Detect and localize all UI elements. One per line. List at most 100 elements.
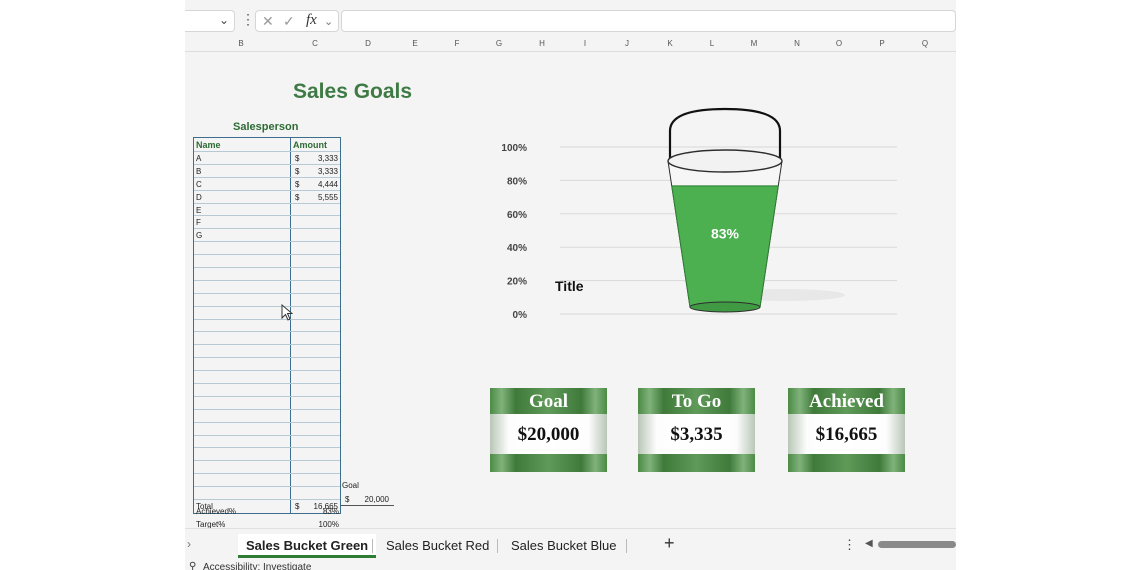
name-cell: B	[196, 166, 202, 176]
table-row[interactable]: D $5,555	[194, 190, 340, 204]
achieved-card: Achieved $16,665	[788, 388, 905, 472]
to-go-card: To Go $3,335	[638, 388, 755, 472]
tab-sales-bucket-green[interactable]: Sales Bucket Green	[238, 534, 377, 558]
table-row[interactable]	[194, 422, 340, 436]
formula-bar: ⌄ ⋮ ✕ ✓ fx ⌄	[185, 8, 956, 34]
achieved-card-value: $16,665	[815, 424, 878, 445]
scroll-left-icon[interactable]: ◀	[865, 538, 873, 549]
table-row[interactable]: G	[194, 229, 340, 243]
to-go-card-label: To Go	[671, 391, 722, 412]
table-row[interactable]	[194, 358, 340, 372]
currency-symbol: $	[295, 166, 300, 176]
table-row[interactable]	[194, 396, 340, 410]
more-options-icon[interactable]: ⋮	[241, 11, 255, 28]
accessibility-icon[interactable]: ⚲	[189, 561, 196, 570]
table-row[interactable]: C $4,444	[194, 177, 340, 191]
achieved-card-label: Achieved	[809, 391, 884, 412]
enter-icon[interactable]: ✓	[283, 13, 295, 30]
column-header[interactable]: M	[751, 39, 758, 48]
name-box[interactable]: ⌄	[185, 10, 235, 32]
name-cell: A	[196, 154, 202, 163]
column-header[interactable]: O	[836, 39, 842, 48]
formula-input[interactable]	[341, 10, 956, 32]
goal-card-value: $20,000	[517, 424, 580, 445]
insert-function-icon[interactable]: fx	[306, 12, 317, 29]
goal-cell[interactable]: $ 20,000	[341, 493, 394, 506]
table-row[interactable]	[194, 293, 340, 307]
column-header[interactable]: I	[584, 39, 586, 48]
table-row[interactable]: A $3,333	[194, 152, 340, 165]
name-cell: E	[196, 205, 202, 215]
sales-table: Name Amount A $3,333 B $3,333 C $4,444 D $5,555…	[193, 137, 341, 515]
table-row[interactable]	[194, 474, 340, 488]
column-header[interactable]: Q	[922, 39, 928, 48]
spreadsheet-app: ⌄ ⋮ ✕ ✓ fx ⌄ BCDEFGHIJKLMNOPQ Sales Goal…	[185, 0, 956, 570]
table-row[interactable]	[194, 461, 340, 475]
column-header[interactable]: H	[539, 39, 545, 48]
table-row[interactable]	[194, 280, 340, 294]
table-row[interactable]	[194, 371, 340, 385]
table-row[interactable]: B $3,333	[194, 164, 340, 178]
accessibility-status[interactable]: Accessibility: Investigate	[203, 562, 311, 570]
column-header[interactable]: J	[625, 39, 629, 48]
table-row[interactable]	[194, 255, 340, 269]
table-row[interactable]	[194, 384, 340, 397]
salesperson-label: Salesperson	[233, 121, 299, 133]
table-header-row: Name Amount	[194, 138, 340, 152]
bucket-chart[interactable]: 0% 20% 40% 60% 80% 100% 83% Title	[500, 92, 910, 327]
more-options-icon[interactable]: ⋮	[843, 537, 856, 553]
amount-cell: 4,444	[317, 179, 338, 189]
tab-sales-bucket-red[interactable]: Sales Bucket Red	[386, 534, 489, 558]
chevron-down-icon[interactable]: ⌄	[219, 13, 229, 27]
goal-amount: 20,000	[364, 495, 389, 504]
table-row[interactable]	[194, 448, 340, 462]
column-header[interactable]: K	[667, 39, 672, 48]
goal-card-label: Goal	[528, 391, 569, 412]
chart-title[interactable]: Title	[555, 278, 584, 294]
table-row[interactable]	[194, 487, 340, 501]
table-row[interactable]: E	[194, 203, 340, 217]
table-row[interactable]	[194, 409, 340, 423]
column-header[interactable]: P	[879, 39, 884, 48]
chevron-down-icon[interactable]: ⌄	[324, 15, 333, 28]
tab-sales-bucket-blue[interactable]: Sales Bucket Blue	[511, 534, 617, 558]
table-row[interactable]	[194, 306, 340, 320]
y-tick-label: 20%	[507, 277, 527, 288]
column-header[interactable]: N	[794, 39, 800, 48]
column-header[interactable]: E	[412, 39, 417, 48]
column-header[interactable]: F	[455, 39, 460, 48]
horizontal-scrollbar[interactable]	[878, 541, 956, 548]
bucket-bottom	[689, 301, 761, 313]
formula-buttons: ✕ ✓ fx ⌄	[255, 10, 339, 32]
amount-cell: 3,333	[317, 166, 338, 176]
name-header: Name	[196, 140, 221, 150]
table-row[interactable]	[194, 268, 340, 281]
table-row[interactable]	[194, 332, 340, 346]
table-row[interactable]	[194, 345, 340, 359]
table-row[interactable]	[194, 435, 340, 449]
y-tick-label: 0%	[513, 310, 528, 321]
amount-cell: 3,333	[317, 154, 338, 163]
goal-label: Goal	[342, 481, 359, 490]
column-header[interactable]: G	[496, 39, 502, 48]
achieved-pct-label: Achieved%	[196, 507, 237, 516]
chevron-right-icon[interactable]: ›	[187, 537, 191, 551]
column-header[interactable]: B	[238, 39, 243, 48]
cancel-icon[interactable]: ✕	[262, 13, 274, 30]
table-row[interactable]	[194, 319, 340, 333]
amount-cell: 5,555	[317, 192, 338, 202]
column-header[interactable]: C	[312, 39, 318, 48]
table-row[interactable]	[194, 242, 340, 256]
page-title: Sales Goals	[293, 80, 413, 103]
y-tick-label: 40%	[507, 243, 527, 254]
y-tick-label: 60%	[507, 210, 527, 221]
currency-symbol: $	[345, 495, 350, 504]
column-headers: B C D E F G H I J K L M N O P Q	[185, 38, 956, 52]
column-header[interactable]: D	[365, 39, 371, 48]
bucket-data-label: 83%	[711, 225, 740, 241]
achieved-pct-value: 83%	[322, 507, 339, 516]
table-row[interactable]: F	[194, 216, 340, 230]
column-header[interactable]: L	[710, 39, 714, 48]
add-sheet-button[interactable]: +	[664, 533, 675, 554]
mouse-cursor-icon	[281, 304, 293, 321]
